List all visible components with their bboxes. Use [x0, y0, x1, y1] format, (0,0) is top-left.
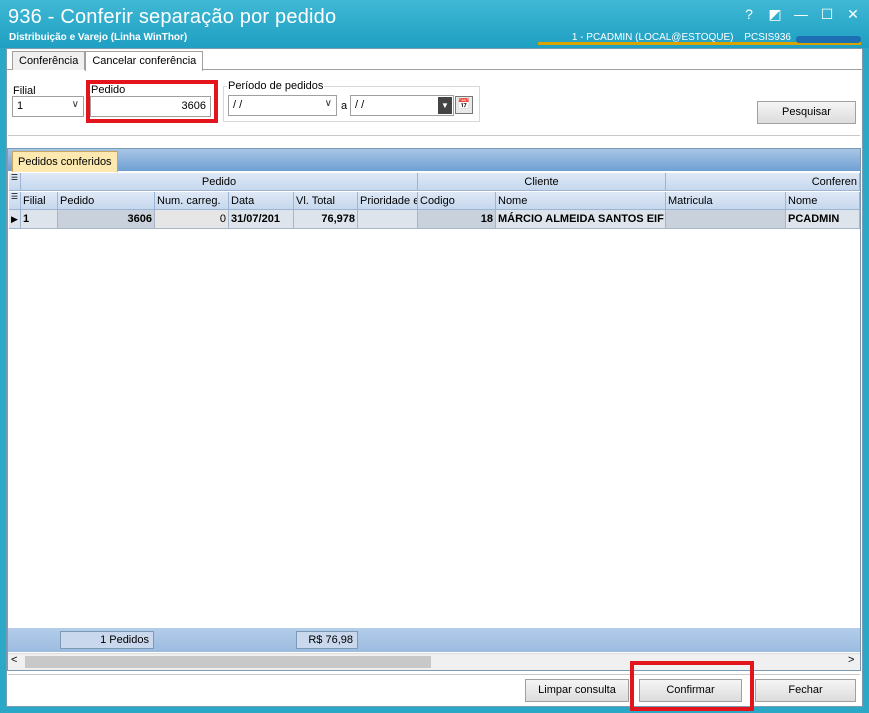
limpar-consulta-button[interactable]: Limpar consulta: [525, 679, 629, 702]
periodo-to-value: / /: [355, 99, 365, 111]
table-cell[interactable]: 18: [418, 210, 496, 229]
periodo-sep: a: [341, 100, 348, 112]
band-cliente: Cliente: [418, 173, 666, 191]
band-pedido: Pedido: [21, 173, 418, 191]
filter-separator: [8, 135, 860, 136]
row-indicator-icon: ▶: [9, 210, 21, 229]
table-cell[interactable]: 3606: [58, 210, 155, 229]
col-num-carreg[interactable]: Num. carreg.: [155, 192, 229, 210]
summary-total: R$ 76,98: [296, 631, 358, 649]
close-icon[interactable]: ✕: [845, 6, 861, 23]
band-conferente: Conferen: [666, 173, 860, 191]
table-cell[interactable]: [666, 210, 786, 229]
col-filial[interactable]: Filial: [21, 192, 58, 210]
tab-strip: Conferência Cancelar conferência: [12, 51, 204, 71]
grid-tab-bar: [8, 149, 860, 171]
tab-cancelar-conferencia[interactable]: Cancelar conferência: [85, 51, 204, 71]
table-cell[interactable]: 31/07/201: [229, 210, 294, 229]
col-matricula[interactable]: Matricula: [666, 192, 786, 210]
table-cell[interactable]: 76,978: [294, 210, 358, 229]
pedido-highlight: [86, 80, 218, 123]
title-bar: 936 - Conferir separação por pedido Dist…: [0, 0, 869, 48]
table-cell[interactable]: 0: [155, 210, 229, 229]
window-subtitle: Distribuição e Varejo (Linha WinThor): [9, 32, 188, 43]
tab-pedidos-conferidos[interactable]: Pedidos conferidos: [12, 151, 118, 172]
minimize-icon[interactable]: —: [793, 6, 809, 23]
progress-indicator: [796, 36, 861, 43]
fechar-button[interactable]: Fechar: [755, 679, 856, 702]
col-prioridade[interactable]: Prioridade e: [358, 192, 418, 210]
table-cell[interactable]: 1: [21, 210, 58, 229]
calendar-icon[interactable]: 📅: [455, 96, 473, 114]
filial-value: 1: [17, 100, 24, 112]
col-pedido[interactable]: Pedido: [58, 192, 155, 210]
col-nome-cliente[interactable]: Nome: [496, 192, 666, 210]
chevron-down-icon: ∨: [324, 98, 332, 109]
scrollbar-thumb[interactable]: [25, 656, 431, 668]
col-data[interactable]: Data: [229, 192, 294, 210]
col-nome-conferente[interactable]: Nome: [786, 192, 860, 210]
confirmar-highlight: [630, 661, 754, 711]
grid-menu-icon[interactable]: ☰: [9, 173, 21, 191]
dropdown-arrow-icon[interactable]: ▼: [438, 97, 452, 114]
col-vl-total[interactable]: Vl. Total: [294, 192, 358, 210]
table-cell[interactable]: PCADMIN: [786, 210, 860, 229]
table-cell[interactable]: [358, 210, 418, 229]
column-menu-icon[interactable]: ☰: [9, 192, 21, 210]
restore-icon[interactable]: ◩: [767, 6, 783, 23]
periodo-from-input[interactable]: / / ∨: [228, 95, 337, 116]
tab-conferencia[interactable]: Conferência: [12, 51, 86, 70]
window-controls: ? ◩ — ☐ ✕: [741, 6, 861, 23]
scroll-right-icon[interactable]: >: [848, 654, 854, 666]
summary-count: 1 Pedidos: [60, 631, 154, 649]
maximize-icon[interactable]: ☐: [819, 6, 835, 23]
help-icon[interactable]: ?: [741, 6, 757, 23]
chevron-down-icon: ∨: [71, 99, 79, 110]
filial-select[interactable]: 1 ∨: [12, 96, 84, 117]
scroll-left-icon[interactable]: <: [11, 654, 17, 666]
periodo-from-value: / /: [233, 99, 243, 111]
periodo-label: Período de pedidos: [227, 80, 325, 92]
search-button[interactable]: Pesquisar: [757, 101, 856, 124]
table-cell[interactable]: MÁRCIO ALMEIDA SANTOS EIF: [496, 210, 666, 229]
window-title: 936 - Conferir separação por pedido: [8, 6, 337, 28]
col-codigo[interactable]: Codigo: [418, 192, 496, 210]
